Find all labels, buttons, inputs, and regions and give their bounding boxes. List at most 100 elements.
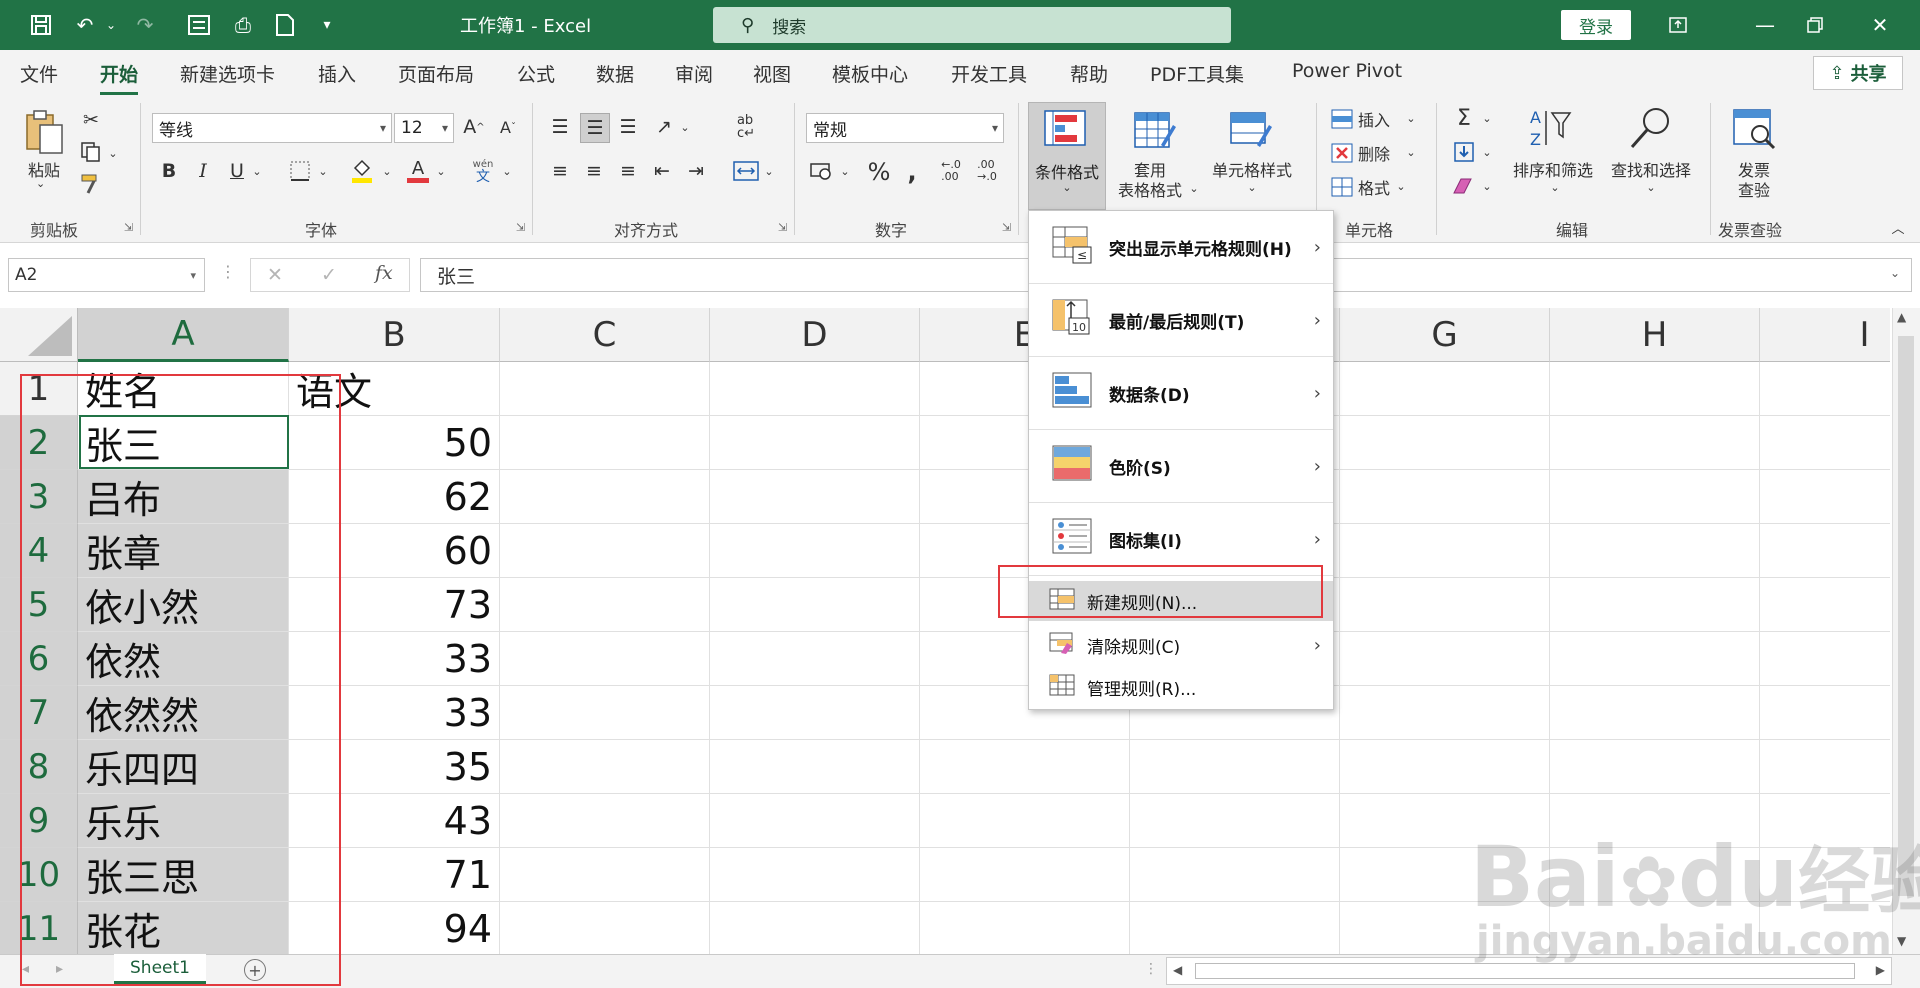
cell-a8[interactable]: 乐四四	[78, 740, 289, 794]
cell-h6[interactable]	[1550, 632, 1760, 686]
clipboard-launcher-icon[interactable]: ⇲	[124, 221, 133, 234]
format-dropdown-icon[interactable]: ⌄	[1394, 177, 1408, 195]
cell-c7[interactable]	[500, 686, 710, 740]
close-icon[interactable]: ✕	[1860, 10, 1900, 40]
cell-b11[interactable]: 94	[289, 902, 500, 954]
autosum-dropdown-icon[interactable]: ⌄	[1480, 109, 1494, 127]
borders-dropdown-icon[interactable]: ⌄	[316, 161, 330, 181]
underline-dropdown-icon[interactable]: ⌄	[250, 161, 264, 181]
scroll-up-icon[interactable]: ▲	[1897, 310, 1906, 324]
cell-a11[interactable]: 张花	[78, 902, 289, 954]
sort-filter-chevron-icon[interactable]: ⌄	[1548, 179, 1562, 195]
column-header-b[interactable]: B	[289, 308, 500, 362]
tab-view[interactable]: 视图	[753, 60, 791, 87]
font-color-dropdown-icon[interactable]: ⌄	[434, 161, 448, 181]
cell-g5[interactable]	[1340, 578, 1550, 632]
cell-c6[interactable]	[500, 632, 710, 686]
cell-c10[interactable]	[500, 848, 710, 902]
percent-icon[interactable]: %	[864, 157, 894, 187]
insert-cells-button[interactable]: 插入	[1358, 107, 1390, 131]
row-header-9[interactable]: 9	[0, 794, 78, 848]
tab-review[interactable]: 审阅	[675, 60, 713, 87]
invoice-check-icon[interactable]	[1728, 103, 1780, 153]
font-color-icon[interactable]: A	[404, 157, 432, 185]
vertical-scrollbar[interactable]: ▲ ▼	[1892, 308, 1920, 954]
cell-b4[interactable]: 60	[289, 524, 500, 578]
cell-d9[interactable]	[710, 794, 920, 848]
column-header-d[interactable]: D	[710, 308, 920, 362]
tab-power-pivot[interactable]: Power Pivot	[1292, 60, 1402, 82]
cell-b3[interactable]: 62	[289, 470, 500, 524]
cell-g2[interactable]	[1340, 416, 1550, 470]
currency-dropdown-icon[interactable]: ⌄	[838, 161, 852, 181]
print-preview-icon[interactable]: ⎙	[228, 10, 258, 40]
search-input[interactable]: ⚲ 搜索	[713, 7, 1231, 43]
cell-d7[interactable]	[710, 686, 920, 740]
form-icon[interactable]	[184, 10, 214, 40]
delete-dropdown-icon[interactable]: ⌄	[1404, 143, 1418, 161]
insert-dropdown-icon[interactable]: ⌄	[1404, 109, 1418, 127]
scroll-right-icon[interactable]: ▶	[1876, 963, 1885, 977]
cell-b8[interactable]: 35	[289, 740, 500, 794]
table-format-chevron-icon[interactable]: ⌄	[1188, 181, 1200, 195]
tab-file[interactable]: 文件	[20, 60, 58, 87]
format-as-table-label-2[interactable]: 表格格式	[1108, 177, 1192, 201]
save-icon[interactable]	[26, 10, 56, 40]
cell-h2[interactable]	[1550, 416, 1760, 470]
cell-f8[interactable]	[1130, 740, 1340, 794]
column-header-g[interactable]: G	[1340, 308, 1550, 362]
cell-h1[interactable]	[1550, 362, 1760, 416]
align-middle-icon[interactable]: ☰	[580, 113, 610, 143]
enter-icon[interactable]: ✓	[321, 264, 337, 286]
cell-e8[interactable]	[920, 740, 1130, 794]
cell-a1[interactable]: 姓名	[78, 362, 289, 416]
menu-item-color-scales[interactable]: 色阶(S) ›	[1029, 430, 1333, 502]
merge-center-icon[interactable]	[730, 157, 762, 185]
restore-icon[interactable]	[1795, 10, 1835, 40]
borders-icon[interactable]	[286, 157, 314, 185]
format-as-table-icon[interactable]	[1130, 109, 1180, 153]
scroll-left-icon[interactable]: ◀	[1173, 963, 1182, 977]
cell-c4[interactable]	[500, 524, 710, 578]
fill-color-icon[interactable]	[348, 157, 376, 185]
cell-g8[interactable]	[1340, 740, 1550, 794]
cell-c2[interactable]	[500, 416, 710, 470]
format-painter-icon[interactable]	[78, 171, 104, 197]
cell-b2[interactable]: 50	[289, 416, 500, 470]
cell-d8[interactable]	[710, 740, 920, 794]
cell-c11[interactable]	[500, 902, 710, 954]
cell-i2[interactable]	[1760, 416, 1890, 470]
cell-a7[interactable]: 依然然	[78, 686, 289, 740]
cell-h5[interactable]	[1550, 578, 1760, 632]
menu-item-clear-rules[interactable]: 清除规则(C) ›	[1029, 625, 1333, 665]
cell-g11[interactable]	[1340, 902, 1550, 954]
cell-i5[interactable]	[1760, 578, 1890, 632]
cell-h3[interactable]	[1550, 470, 1760, 524]
cell-a4[interactable]: 张章	[78, 524, 289, 578]
customize-toolbar-icon[interactable]: ▾	[312, 10, 342, 40]
cell-i3[interactable]	[1760, 470, 1890, 524]
copy-dropdown-icon[interactable]: ⌄	[106, 145, 120, 161]
italic-button[interactable]: I	[190, 157, 216, 185]
cell-c9[interactable]	[500, 794, 710, 848]
menu-item-data-bars[interactable]: 数据条(D) ›	[1029, 357, 1333, 429]
number-format-select[interactable]: 常规 ▾	[806, 113, 1004, 143]
cell-c1[interactable]	[500, 362, 710, 416]
conditional-formatting-button[interactable]: 条件格式 ⌄	[1028, 102, 1106, 210]
row-header-6[interactable]: 6	[0, 632, 78, 686]
tab-splitter-icon[interactable]: ⋮	[1144, 961, 1158, 977]
cell-g6[interactable]	[1340, 632, 1550, 686]
sort-filter-icon[interactable]: AZ	[1526, 103, 1576, 153]
font-size-select[interactable]: 12 ▾	[394, 113, 454, 143]
ribbon-display-options-icon[interactable]	[1658, 10, 1698, 40]
spreadsheet-grid[interactable]: ABCDEFGHI 1姓名语文2张三503吕布624张章605依小然736依然3…	[0, 308, 1890, 954]
decrease-decimal-icon[interactable]: .00 →.0	[972, 155, 1002, 187]
cell-h11[interactable]	[1550, 902, 1760, 954]
cut-icon[interactable]: ✂	[78, 107, 104, 133]
row-header-4[interactable]: 4	[0, 524, 78, 578]
delete-cells-button[interactable]: 删除	[1358, 141, 1390, 165]
cell-b1[interactable]: 语文	[289, 362, 500, 416]
row-header-1[interactable]: 1	[0, 362, 78, 416]
column-header-i[interactable]: I	[1760, 308, 1890, 362]
sheet-tab-sheet1[interactable]: Sheet1	[114, 954, 206, 984]
